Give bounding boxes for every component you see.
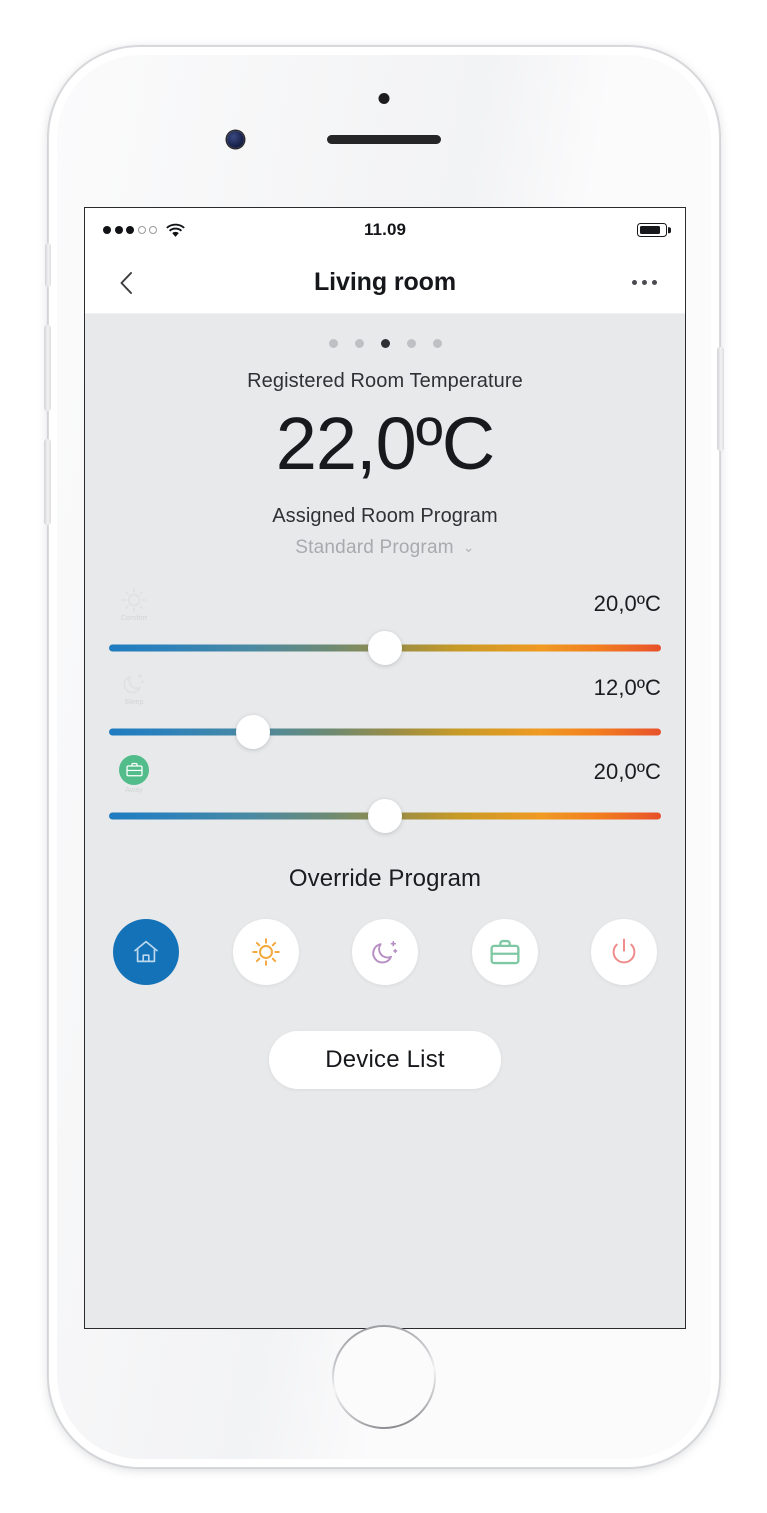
page-dot[interactable] (328, 339, 338, 348)
slider-value-away: 20,0ºC (593, 758, 661, 784)
away-badge (119, 754, 149, 785)
assigned-program-value: Standard Program (295, 536, 454, 558)
moon-icon (372, 940, 398, 964)
nav-bar: Living room (85, 252, 685, 314)
slider-row-sleep: Sleep 12,0ºC (109, 671, 661, 749)
device-list-button[interactable]: Device List (269, 1030, 501, 1089)
mode-sleep: Sleep (109, 671, 159, 706)
slider-track-away[interactable] (109, 798, 661, 833)
status-bar-clock: 11.09 (363, 220, 407, 239)
status-bar: 11.09 (85, 208, 685, 252)
more-options-button[interactable] (632, 280, 657, 285)
briefcase-icon (489, 939, 520, 964)
wifi-icon (166, 223, 185, 237)
volume-down-button[interactable] (44, 439, 51, 525)
phone-frame: 11.09 Living room Registered Room Temper… (44, 46, 724, 1468)
override-program-title: Override Program (288, 864, 482, 892)
slider-header-sleep: Sleep 12,0ºC (109, 671, 661, 721)
main-content: Registered Room Temperature 22,0ºC Assig… (85, 314, 685, 1328)
setpoint-sliders: Comfort 20,0ºC Sleep 12,0ºC Away 20,0ºC (85, 587, 685, 833)
chevron-left-icon (120, 271, 132, 294)
override-button-comfort[interactable] (232, 918, 299, 985)
override-button-home[interactable] (113, 918, 179, 985)
more-options-icon (632, 280, 637, 285)
home-icon (134, 940, 158, 962)
page-dot[interactable] (354, 339, 364, 348)
phone-screen: 11.09 Living room Registered Room Temper… (84, 207, 686, 1329)
device-list-section: Device List (85, 1030, 685, 1089)
mode-away: Away (109, 754, 159, 794)
proximity-sensor-icon (378, 93, 390, 104)
slider-row-comfort: Comfort 20,0ºC (109, 587, 661, 665)
slider-gradient-track (109, 728, 661, 736)
power-icon (612, 938, 636, 964)
mode-caption-sleep: Sleep (124, 698, 144, 706)
override-button-sleep[interactable] (352, 918, 418, 985)
slider-value-comfort: 20,0ºC (593, 590, 661, 616)
earpiece-speaker (327, 135, 441, 144)
mode-comfort: Comfort (109, 587, 159, 622)
briefcase-icon (125, 763, 143, 777)
registered-temperature-value: 22,0ºC (275, 402, 496, 485)
override-program-buttons (85, 918, 685, 985)
page-dot[interactable] (406, 339, 416, 348)
front-camera-icon (227, 131, 244, 148)
page-indicator (85, 314, 685, 348)
mode-caption-away: Away (125, 786, 143, 794)
slider-track-sleep[interactable] (109, 714, 661, 749)
slider-value-sleep: 12,0ºC (593, 674, 661, 700)
slider-header-comfort: Comfort 20,0ºC (109, 587, 661, 637)
page-title: Living room (314, 268, 456, 296)
volume-up-button[interactable] (44, 325, 51, 411)
mute-switch[interactable] (45, 243, 51, 287)
slider-thumb-sleep[interactable] (235, 714, 270, 749)
slider-header-away: Away 20,0ºC (109, 754, 661, 805)
home-button[interactable] (332, 1325, 436, 1429)
page-dot-active[interactable] (380, 339, 390, 348)
chevron-down-icon: ⌄ (462, 538, 475, 555)
battery-icon (637, 223, 667, 237)
back-button[interactable] (113, 270, 139, 296)
mode-caption-comfort: Comfort (120, 614, 148, 622)
sun-icon (121, 587, 147, 612)
assigned-program-label: Assigned Room Program (272, 504, 498, 527)
signal-strength-icon (103, 226, 157, 234)
sun-icon (251, 937, 280, 966)
status-bar-right (637, 223, 667, 237)
power-button[interactable] (717, 347, 724, 451)
override-button-away[interactable] (471, 918, 538, 985)
moon-icon (123, 673, 145, 694)
status-bar-left (103, 223, 185, 238)
page-dot[interactable] (432, 339, 442, 348)
slider-thumb-away[interactable] (368, 798, 402, 833)
assigned-program-dropdown[interactable]: Standard Program ⌄ (85, 537, 685, 559)
override-button-off[interactable] (591, 918, 657, 985)
slider-thumb-comfort[interactable] (368, 630, 402, 665)
slider-track-comfort[interactable] (109, 630, 661, 665)
slider-row-away: Away 20,0ºC (109, 754, 661, 833)
registered-temperature-label: Registered Room Temperature (247, 370, 523, 392)
